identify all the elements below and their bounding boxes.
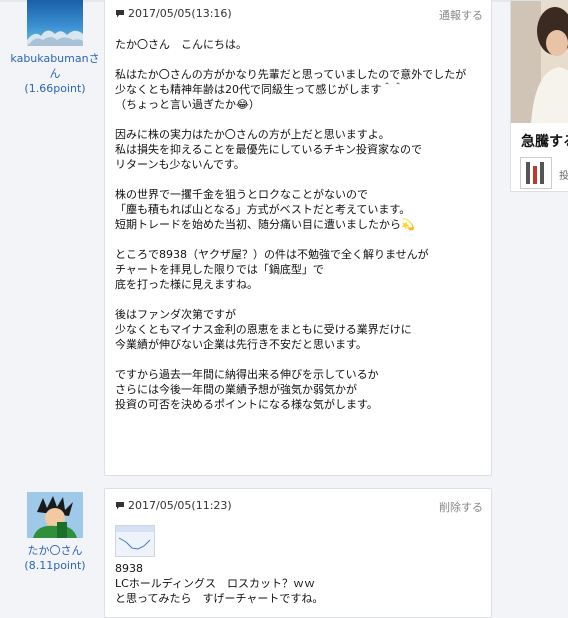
- user-point: (8.11point): [24, 559, 86, 572]
- post-author: たか〇さん (8.11point): [10, 492, 100, 573]
- user-point: (1.66point): [24, 82, 86, 95]
- comment-icon: [116, 502, 124, 510]
- ad-source: 投: [559, 171, 568, 182]
- avatar[interactable]: [27, 492, 83, 538]
- chart-thumbnail[interactable]: [115, 525, 155, 557]
- post-date: 2017/05/05(13:16): [128, 7, 232, 20]
- post-meta: 2017/05/05(13:16): [115, 7, 232, 20]
- delete-button[interactable]: 削除する: [439, 499, 483, 515]
- report-button[interactable]: 通報する: [439, 7, 483, 23]
- brand-logo: [520, 157, 552, 189]
- post-card: 2017/05/05(11:23) 削除する 8938 LCホールディングス ロ…: [104, 488, 492, 618]
- ad-title[interactable]: 急騰する: [521, 131, 568, 151]
- side-ad-panel[interactable]: 急騰する 投: [510, 0, 568, 192]
- post-body: 8938 LCホールディングス ロスカット？ｗｗ と思ってみたら すげーチャート…: [115, 562, 324, 605]
- chart-icon: [116, 526, 154, 550]
- user-name[interactable]: たか〇さん: [10, 543, 100, 558]
- comment-icon: [116, 10, 124, 18]
- post-meta: 2017/05/05(11:23): [115, 499, 232, 512]
- ad-photo: [511, 1, 568, 123]
- post-date: 2017/05/05(11:23): [128, 499, 232, 512]
- avatar[interactable]: [27, 0, 83, 46]
- user-name[interactable]: kabukabumanさん: [10, 51, 100, 81]
- post-card: 2017/05/05(13:16) 通報する たか〇さん こんにちは。 私はたか…: [104, 0, 492, 476]
- post-body: たか〇さん こんにちは。 私はたか〇さんの方がかなり先輩だと思っていましたので意…: [115, 38, 467, 411]
- attachment: [115, 523, 155, 563]
- post-author: kabukabumanさん (1.66point): [10, 0, 100, 96]
